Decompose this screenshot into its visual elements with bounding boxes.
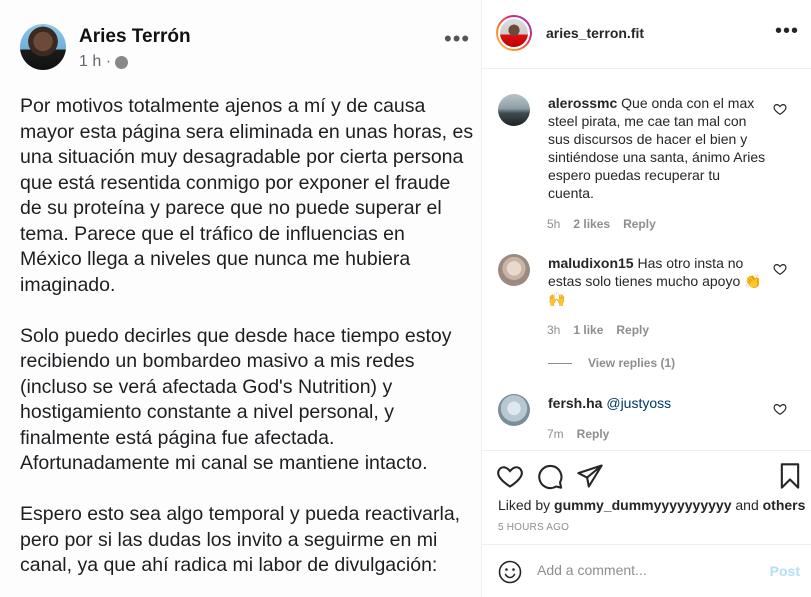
liked-by-user[interactable]: gummy_dummyyyyyyyyyy xyxy=(554,497,731,513)
fb-post-meta: 1 h · xyxy=(79,53,129,71)
comment-time: 3h xyxy=(547,323,561,337)
share-icon[interactable] xyxy=(576,462,604,490)
commenter-avatar[interactable] xyxy=(498,394,530,426)
comment-username[interactable]: maludixon15 xyxy=(548,255,634,271)
liked-by-prefix: Liked by xyxy=(498,497,551,513)
liked-by-others[interactable]: others xyxy=(763,497,806,513)
like-comment-heart-icon[interactable] xyxy=(773,102,787,116)
commenter-avatar[interactable] xyxy=(498,254,530,286)
comments-list[interactable]: alerossmc Que onda con el max steel pira… xyxy=(482,70,811,450)
fb-post-time: 1 h · xyxy=(79,53,112,70)
post-actions: Liked by gummy_dummyyyyyyyyyy and others… xyxy=(482,450,811,544)
like-comment-heart-icon[interactable] xyxy=(773,262,787,276)
commenter-avatar[interactable] xyxy=(498,94,530,126)
bookmark-icon[interactable] xyxy=(776,462,804,490)
reply-button[interactable]: Reply xyxy=(577,427,610,441)
comment-body: maludixon15 Has otro insta no estas solo… xyxy=(548,254,768,308)
comment-body: alerossmc Que onda con el max steel pira… xyxy=(548,94,768,202)
more-options-icon[interactable]: ••• xyxy=(775,20,799,43)
globe-icon xyxy=(115,55,129,69)
comment-username[interactable]: alerossmc xyxy=(548,95,617,111)
post-image: Aries Terrón 1 h · ••• Por motivos total… xyxy=(0,0,481,597)
fb-post-card: Aries Terrón 1 h · ••• Por motivos total… xyxy=(0,0,481,597)
post-header: aries_terron.fit ••• xyxy=(482,0,811,69)
liked-by: Liked by gummy_dummyyyyyyyyyy and others xyxy=(498,497,805,513)
fb-author-name: Aries Terrón xyxy=(79,26,191,47)
fb-author-avatar xyxy=(20,24,66,70)
comment-time: 7m xyxy=(547,427,564,441)
fb-paragraph: Por motivos totalmente ajenos a mí y de … xyxy=(20,95,474,296)
add-comment-bar: Post xyxy=(482,544,811,597)
view-replies-label[interactable]: View replies (1) xyxy=(588,356,675,370)
author-avatar[interactable] xyxy=(496,15,532,51)
comment-meta: 7m Reply xyxy=(547,427,609,441)
view-replies-button[interactable]: View replies (1) xyxy=(548,356,675,370)
comment-likes[interactable]: 2 likes xyxy=(573,217,610,231)
comments-panel: aries_terron.fit ••• alerossmc Que onda … xyxy=(481,0,811,597)
liked-by-joiner: and xyxy=(735,497,759,513)
comment-meta: 3h 1 like Reply xyxy=(547,323,649,337)
author-username[interactable]: aries_terron.fit xyxy=(546,25,644,41)
fb-post-text: Por motivos totalmente ajenos a mí y de … xyxy=(20,94,476,597)
comment-body: fersh.ha @justyoss xyxy=(548,394,768,412)
more-icon: ••• xyxy=(444,26,471,51)
fb-paragraph: Espero esto sea algo temporal y pueda re… xyxy=(20,503,461,576)
reply-button[interactable]: Reply xyxy=(616,323,649,337)
post-timestamp[interactable]: 5 HOURS AGO xyxy=(498,522,569,533)
comment-username[interactable]: fersh.ha xyxy=(548,395,602,411)
comment-mention[interactable]: @justyoss xyxy=(606,395,671,411)
fb-paragraph: Solo puedo decirles que desde hace tiemp… xyxy=(20,324,452,475)
add-comment-input[interactable] xyxy=(537,562,757,578)
reply-button[interactable]: Reply xyxy=(623,217,656,231)
comment-icon[interactable] xyxy=(536,462,564,490)
like-heart-icon[interactable] xyxy=(496,462,524,490)
post-button[interactable]: Post xyxy=(770,563,800,579)
emoji-icon[interactable] xyxy=(498,560,522,584)
replies-divider xyxy=(548,362,572,364)
comment-meta: 5h 2 likes Reply xyxy=(547,217,656,231)
comment-time: 5h xyxy=(547,217,561,231)
comment-likes[interactable]: 1 like xyxy=(573,323,603,337)
like-comment-heart-icon[interactable] xyxy=(773,402,787,416)
